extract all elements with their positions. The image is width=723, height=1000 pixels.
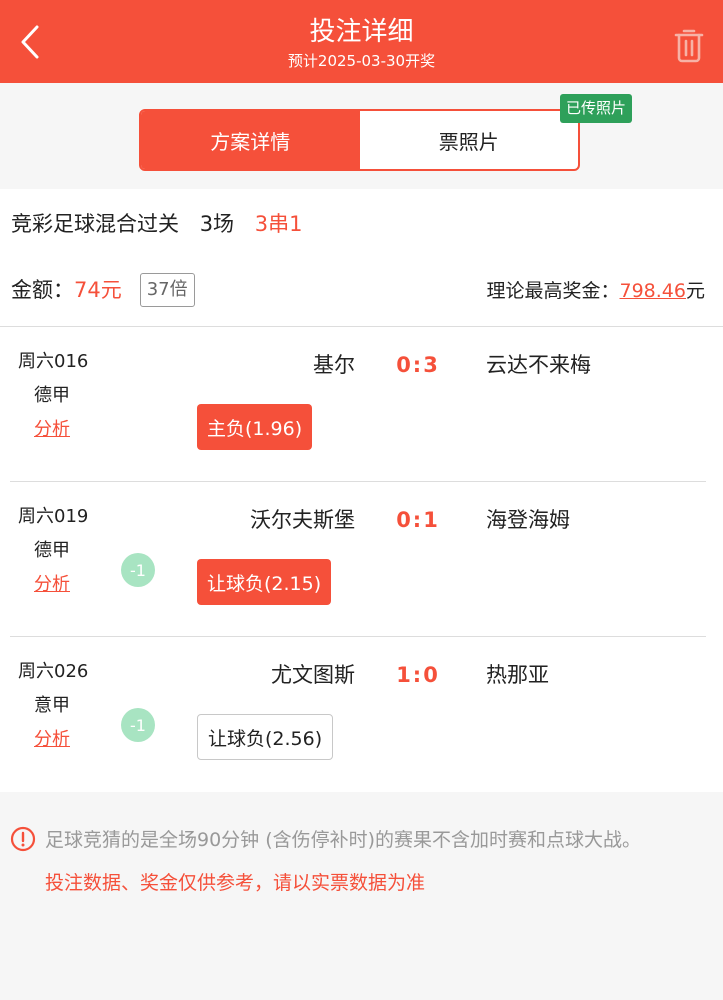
match-row: 周六019 德甲 分析 沃尔夫斯堡 0:1 海登海姆 -1 让球负(2.15) (0, 482, 723, 637)
app-header: 投注详细 预计2025-03-30开奖 (0, 0, 723, 83)
tab-ticket-photo[interactable]: 票照片 (360, 111, 579, 169)
handicap-badge: -1 (121, 708, 155, 742)
delete-button[interactable] (668, 24, 710, 66)
match-score: 0:3 (396, 353, 440, 377)
amount-row: 金额： 74元 37倍 (11, 273, 195, 307)
bet-summary: 竞彩足球混合过关 3场 3串1 金额： 74元 37倍 理论最高奖金：798.4… (0, 189, 723, 326)
bet-pick: 主负(1.96) (197, 404, 313, 450)
draw-date: 预计2025-03-30开奖 (287, 52, 436, 70)
match-score: 1:0 (396, 663, 440, 687)
prize-label: 理论最高奖金： (486, 280, 620, 302)
multiplier-badge: 37倍 (139, 273, 195, 307)
analysis-link[interactable]: 分析 (34, 572, 70, 598)
match-row: 周六016 德甲 分析 基尔 0:3 云达不来梅 主负(1.96) (0, 327, 723, 482)
league-name: 意甲 (34, 695, 70, 716)
alert-circle-icon (10, 826, 36, 852)
league-name: 德甲 (34, 540, 70, 561)
home-team: 基尔 (313, 353, 355, 377)
tab-switcher: 方案详情 票照片 (139, 109, 580, 171)
trash-icon (674, 29, 704, 63)
match-count: 3场 (199, 212, 235, 236)
handicap-badge: -1 (121, 553, 155, 587)
home-team: 尤文图斯 (271, 663, 355, 687)
tab-area: 方案详情 票照片 已传照片 (0, 83, 723, 189)
home-team: 沃尔夫斯堡 (250, 508, 355, 532)
max-prize: 理论最高奖金：798.46元 (486, 277, 705, 305)
disclaimer-text: 投注数据、奖金仅供参考，请以实票数据为准 (45, 872, 426, 894)
page-title: 投注详细 (309, 17, 414, 47)
play-type: 竞彩足球混合过关 (11, 212, 179, 236)
match-row: 周六026 意甲 分析 尤文图斯 1:0 热那亚 -1 让球负(2.56) (0, 637, 723, 792)
prize-value[interactable]: 798.46 (620, 280, 686, 302)
play-type-row: 竞彩足球混合过关 3场 3串1 (11, 209, 316, 239)
bet-pick: 让球负(2.56) (197, 714, 334, 760)
away-team: 海登海姆 (486, 508, 570, 532)
amount-label: 金额： (11, 278, 74, 302)
match-list: 周六016 德甲 分析 基尔 0:3 云达不来梅 主负(1.96) 周六019 … (0, 326, 723, 792)
match-code: 周六016 (18, 351, 89, 372)
away-team: 云达不来梅 (486, 353, 591, 377)
amount-value: 74元 (74, 278, 122, 302)
bet-pick: 让球负(2.15) (197, 559, 332, 605)
match-code: 周六026 (18, 661, 89, 682)
away-team: 热那亚 (486, 663, 549, 687)
match-code: 周六019 (18, 506, 89, 527)
analysis-link[interactable]: 分析 (34, 727, 70, 753)
notice-section: 足球竞猜的是全场90分钟 (含伤停补时)的赛果不含加时赛和点球大战。 投注数据、… (0, 792, 723, 1000)
tab-scheme-details[interactable]: 方案详情 (141, 111, 360, 169)
match-score: 0:1 (396, 508, 440, 532)
prize-unit: 元 (685, 280, 705, 302)
analysis-link[interactable]: 分析 (34, 417, 70, 443)
photo-uploaded-badge: 已传照片 (560, 94, 633, 123)
notice-text: 足球竞猜的是全场90分钟 (含伤停补时)的赛果不含加时赛和点球大战。 (45, 829, 642, 851)
league-name: 德甲 (34, 385, 70, 406)
pass-type: 3串1 (254, 212, 303, 236)
